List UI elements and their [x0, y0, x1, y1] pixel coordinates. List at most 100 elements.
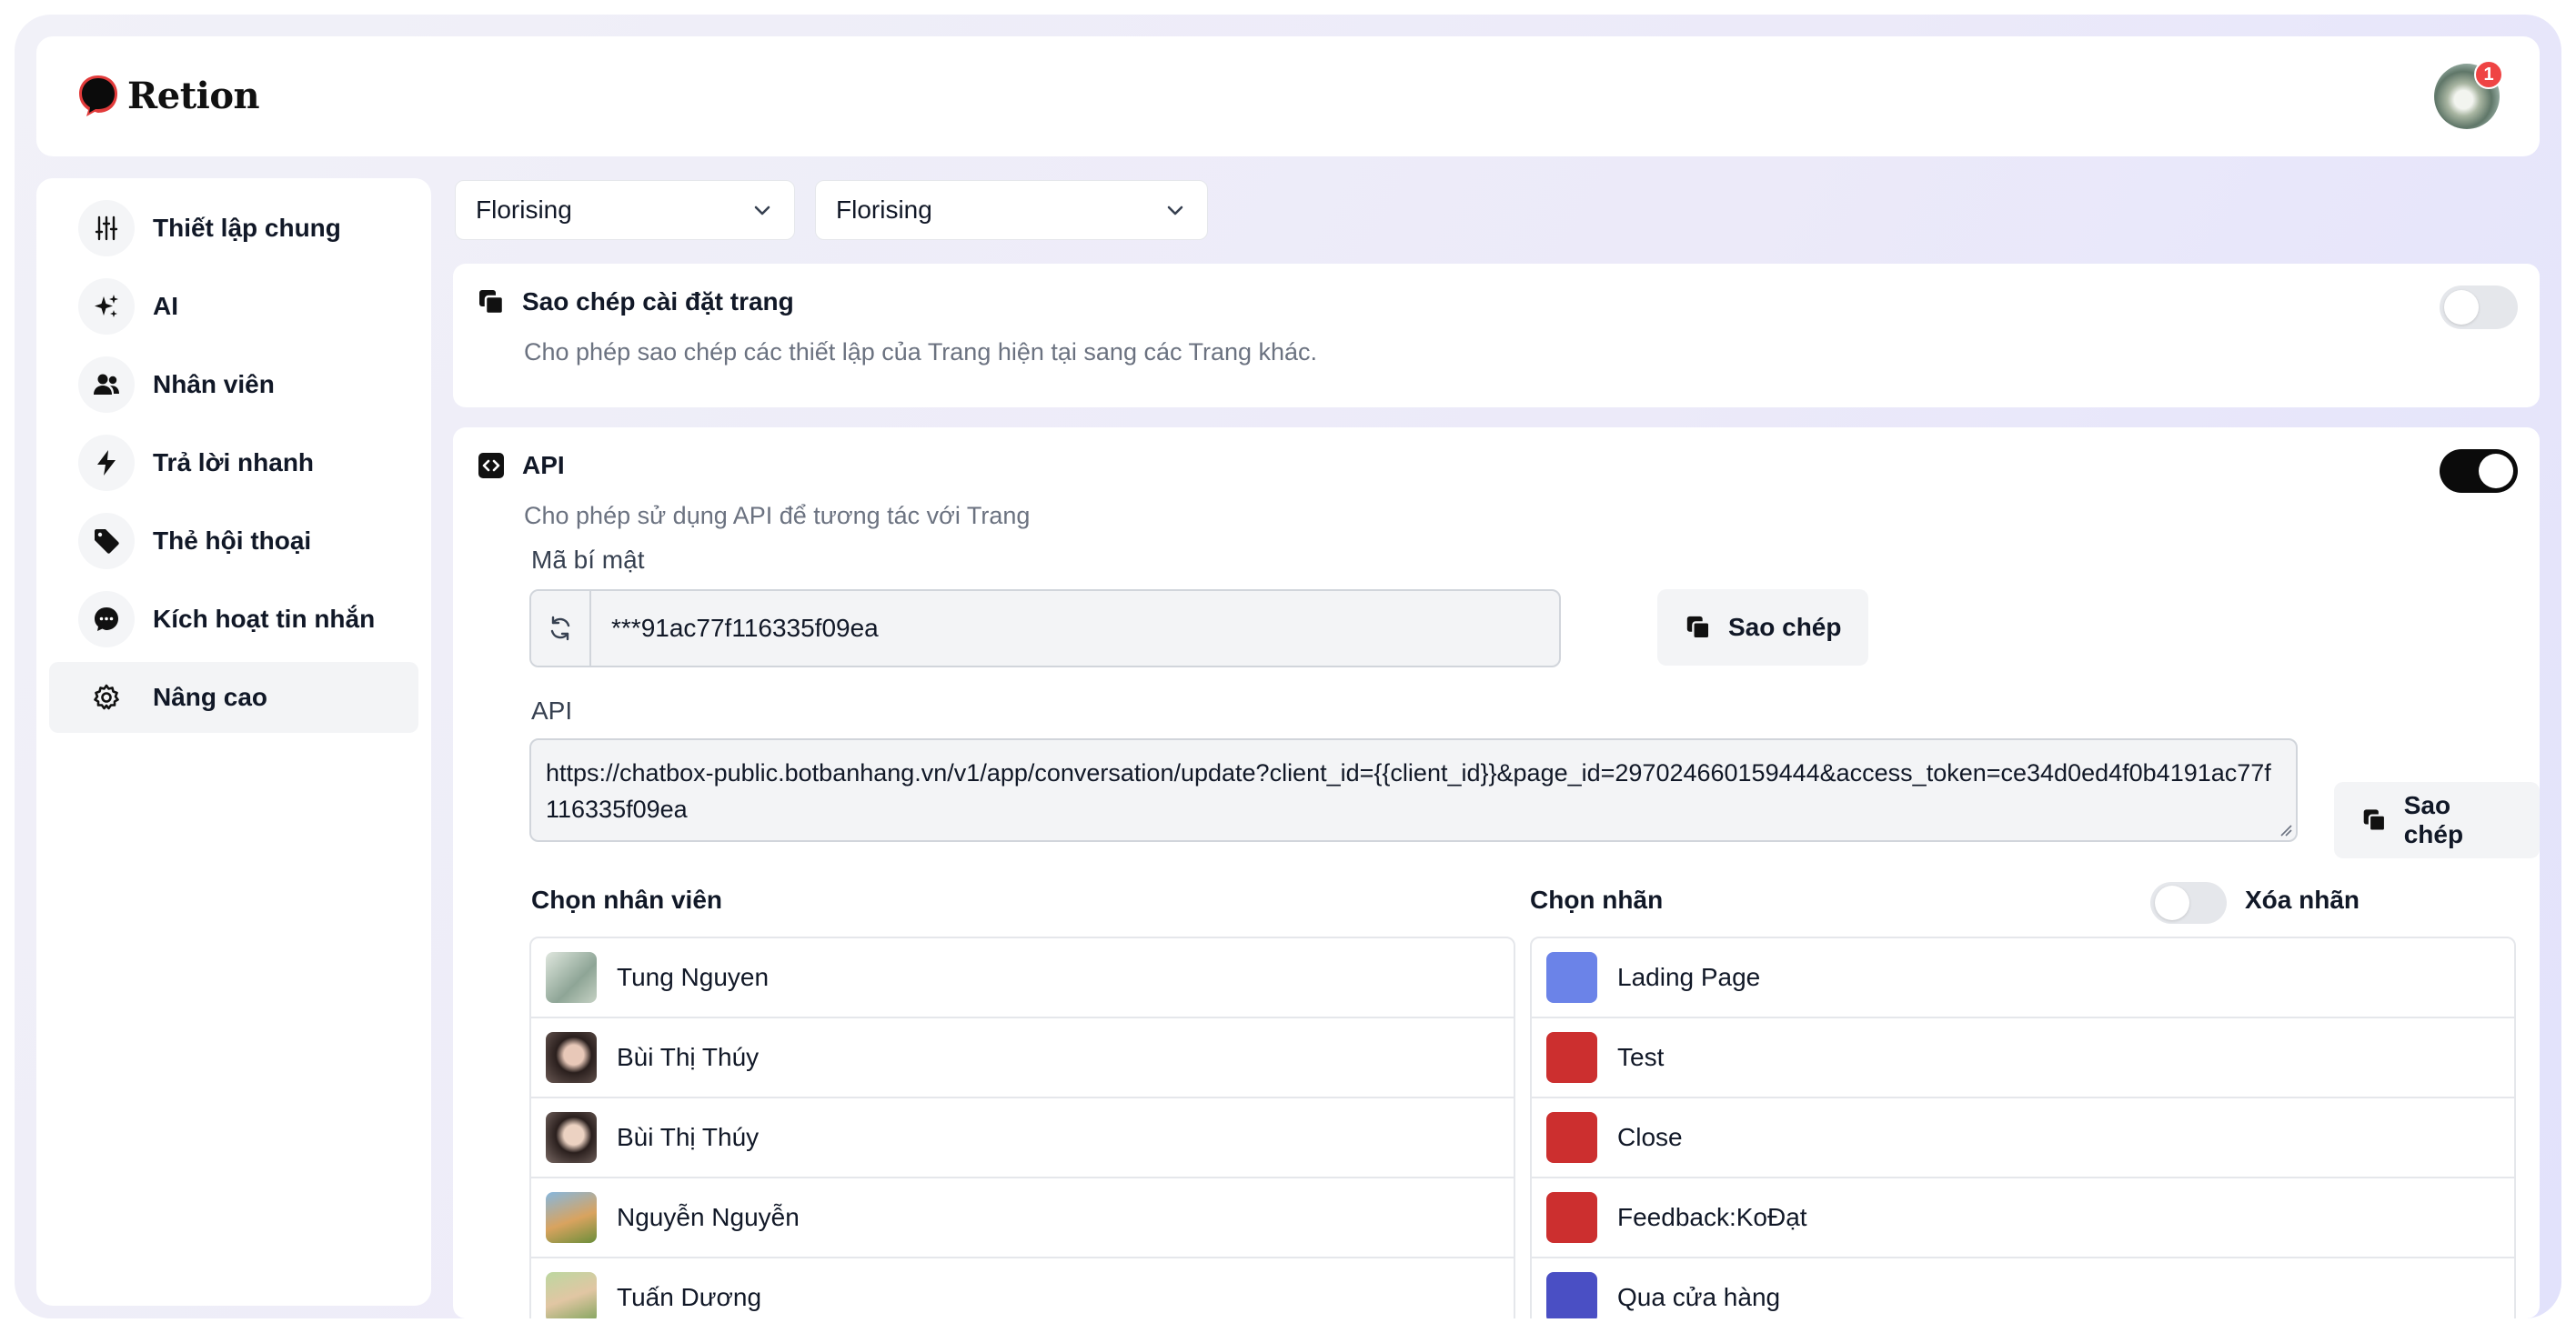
- top-header: Retion 1: [36, 36, 2540, 156]
- sidebar-item-advanced[interactable]: Nâng cao: [49, 662, 418, 733]
- api-toggle[interactable]: [2440, 449, 2518, 493]
- api-header: API: [477, 451, 565, 480]
- staff-avatar: [546, 1272, 597, 1318]
- label-color-swatch: [1546, 1272, 1597, 1318]
- staff-list-item[interactable]: Bùi Thị Thúy: [531, 1018, 1514, 1098]
- staff-avatar: [546, 952, 597, 1003]
- api-url-textarea[interactable]: https://chatbox-public.botbanhang.vn/v1/…: [529, 738, 2298, 842]
- refresh-secret-button[interactable]: [531, 591, 591, 666]
- sidebar-item-message-trigger[interactable]: Kích hoạt tin nhắn: [49, 584, 418, 655]
- staff-list-item[interactable]: Tung Nguyen: [531, 938, 1514, 1018]
- sidebar-item-label: AI: [153, 292, 178, 320]
- staff-name: Tung Nguyen: [617, 963, 770, 991]
- copy-api-url-button[interactable]: Sao chép: [2334, 782, 2540, 858]
- delete-label-text: Xóa nhãn: [2245, 886, 2360, 914]
- sidebar-item-ai[interactable]: AI: [49, 271, 418, 342]
- copy-settings-description: Cho phép sao chép các thiết lập của Tran…: [524, 338, 1318, 366]
- select-label-label: Chọn nhãn: [1530, 886, 1664, 914]
- staff-name: Tuấn Dương: [617, 1283, 762, 1311]
- toggle-knob: [2479, 454, 2513, 488]
- staff-avatar: [546, 1192, 597, 1243]
- staff-list: Tung Nguyen Bùi Thị Thúy Bùi Thị Thúy Ng…: [529, 937, 1515, 1318]
- label-name: Test: [1617, 1043, 1665, 1071]
- staff-name: Nguyễn Nguyễn: [617, 1203, 800, 1231]
- api-description: Cho phép sử dụng API để tương tác với Tr…: [524, 502, 1031, 529]
- label-list-item[interactable]: Close: [1532, 1098, 2514, 1178]
- sidebar-item-label: Nâng cao: [153, 683, 268, 711]
- staff-list-item[interactable]: Tuấn Dương: [531, 1258, 1514, 1318]
- copy-icon: [1686, 616, 1711, 640]
- api-url-value[interactable]: https://chatbox-public.botbanhang.vn/v1/…: [546, 759, 2271, 823]
- sidebar-item-label: Nhân viên: [153, 370, 275, 398]
- users-icon: [78, 356, 135, 413]
- label-list-item[interactable]: Test: [1532, 1018, 2514, 1098]
- sidebar-item-label: Kích hoạt tin nhắn: [153, 605, 376, 633]
- staff-list-item[interactable]: Bùi Thị Thúy: [531, 1098, 1514, 1178]
- user-avatar[interactable]: 1: [2434, 60, 2503, 129]
- copy-settings-header: Sao chép cài đặt trang: [477, 287, 794, 316]
- sidebar-item-quick-reply[interactable]: Trả lời nhanh: [49, 427, 418, 498]
- copy-icon: [2363, 809, 2387, 832]
- label-color-swatch: [1546, 1032, 1597, 1083]
- staff-avatar: [546, 1112, 597, 1163]
- sidebar-item-general-settings[interactable]: Thiết lập chung: [49, 193, 418, 264]
- label-color-swatch: [1546, 952, 1597, 1003]
- copy-api-url-label: Sao chép: [2403, 791, 2464, 848]
- copy-icon: [479, 290, 505, 316]
- page-select-value: Florising: [836, 195, 932, 224]
- label-name: Feedback:KoĐạt: [1617, 1203, 1807, 1231]
- sidebar-item-label: Trả lời nhanh: [153, 448, 315, 476]
- chevron-down-icon: [754, 205, 770, 215]
- secret-key-label: Mã bí mật: [531, 546, 645, 574]
- tag-icon: [78, 513, 135, 569]
- copy-settings-toggle[interactable]: [2440, 286, 2518, 329]
- page-select-2[interactable]: Florising: [815, 180, 1208, 240]
- label-list-item[interactable]: Feedback:KoĐạt: [1532, 1178, 2514, 1258]
- staff-name: Bùi Thị Thúy: [617, 1123, 760, 1151]
- chat-bubble-icon: [78, 591, 135, 647]
- staff-name: Bùi Thị Thúy: [617, 1043, 760, 1071]
- sidebar: Thiết lập chung AI Nhân viên Trả lời nha…: [36, 178, 431, 1306]
- sidebar-item-staff[interactable]: Nhân viên: [49, 349, 418, 420]
- label-name: Qua cửa hàng: [1617, 1283, 1781, 1311]
- toggle-knob: [2155, 886, 2189, 920]
- app-name: Retion: [127, 74, 260, 117]
- sliders-icon: [78, 200, 135, 256]
- app-frame: Retion 1 Thiết lập chung AI Nhân viên Tr…: [15, 15, 2561, 1318]
- label-color-swatch: [1546, 1192, 1597, 1243]
- copy-settings-title: Sao chép cài đặt trang: [522, 287, 794, 316]
- delete-label-toggle[interactable]: [2150, 882, 2227, 924]
- refresh-icon: [550, 616, 570, 641]
- api-url-label: API: [531, 697, 573, 725]
- staff-list-item[interactable]: Nguyễn Nguyễn: [531, 1178, 1514, 1258]
- code-icon: [478, 453, 504, 478]
- label-name: Lading Page: [1617, 963, 1761, 991]
- label-list: Lading Page Test Close Feedback:KoĐạt Qu…: [1530, 937, 2516, 1318]
- copy-secret-button[interactable]: Sao chép: [1657, 589, 1869, 666]
- label-list-item[interactable]: Lading Page: [1532, 938, 2514, 1018]
- gear-icon: [78, 669, 135, 726]
- logo-icon: [79, 75, 117, 116]
- toggle-knob: [2444, 290, 2479, 325]
- sidebar-item-label: Thẻ hội thoại: [153, 526, 312, 555]
- notification-badge: 1: [2474, 60, 2503, 89]
- copy-secret-label: Sao chép: [1728, 613, 1842, 641]
- label-list-item[interactable]: Qua cửa hàng: [1532, 1258, 2514, 1318]
- page-select-1[interactable]: Florising: [455, 180, 795, 240]
- api-panel: API Cho phép sử dụng API để tương tác vớ…: [453, 427, 2540, 1318]
- logo[interactable]: Retion: [76, 73, 260, 118]
- resize-grip-icon[interactable]: [2279, 824, 2292, 837]
- sidebar-item-label: Thiết lập chung: [153, 214, 341, 242]
- label-name: Close: [1617, 1123, 1683, 1151]
- secret-key-value[interactable]: ***91ac77f116335f09ea: [591, 591, 879, 666]
- sidebar-item-conversation-tags[interactable]: Thẻ hội thoại: [49, 506, 418, 576]
- chevron-down-icon: [1167, 205, 1183, 215]
- api-title: API: [522, 451, 565, 479]
- copy-settings-panel: Sao chép cài đặt trang Cho phép sao chép…: [453, 264, 2540, 407]
- label-color-swatch: [1546, 1112, 1597, 1163]
- bolt-icon: [78, 435, 135, 491]
- staff-avatar: [546, 1032, 597, 1083]
- secret-key-field[interactable]: ***91ac77f116335f09ea: [529, 589, 1561, 667]
- sparkles-icon: [78, 278, 135, 335]
- select-staff-label: Chọn nhân viên: [531, 886, 722, 914]
